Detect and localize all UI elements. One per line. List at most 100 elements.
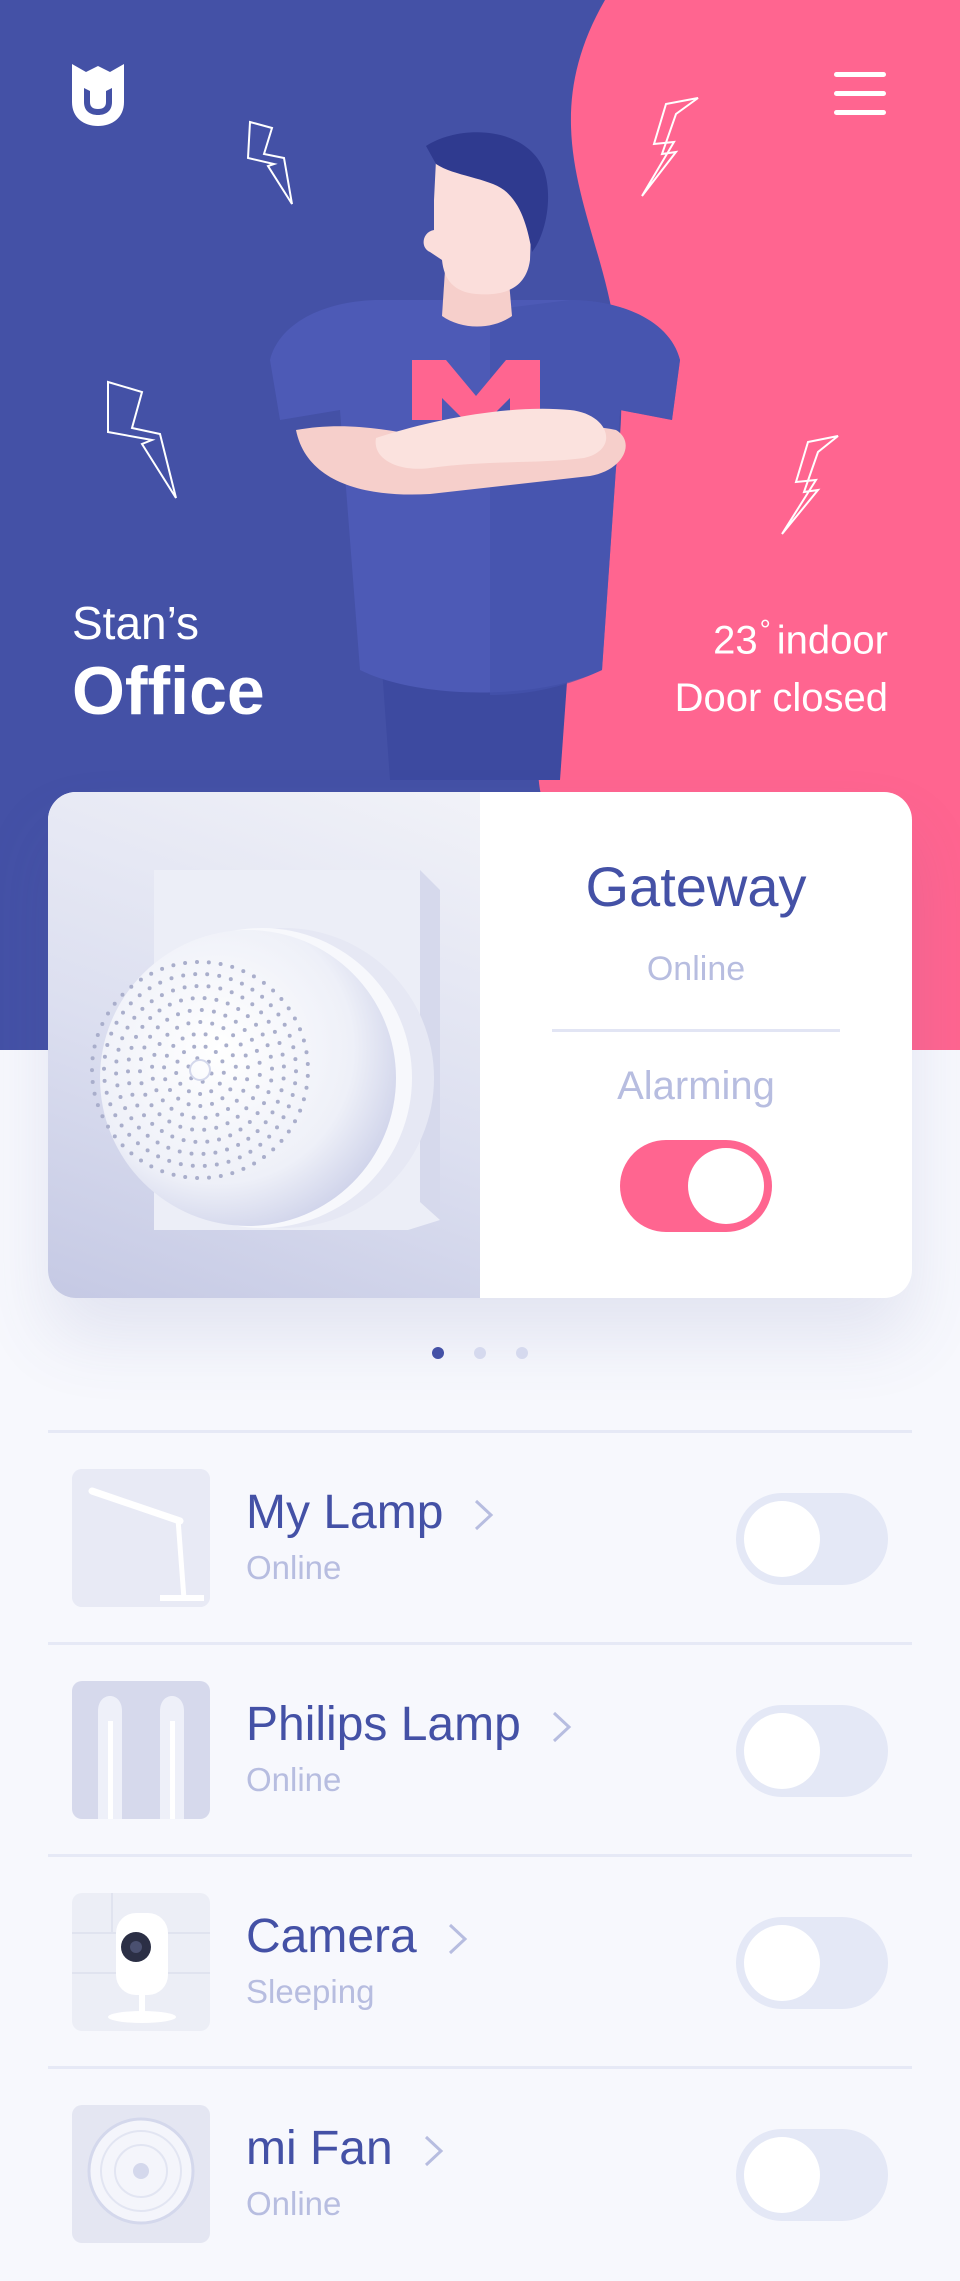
alarm-label: Alarming (617, 1064, 775, 1108)
list-item[interactable]: Philips Lamp Online (48, 1642, 912, 1857)
alarm-toggle[interactable] (620, 1140, 772, 1232)
speaker-grille-dot (171, 963, 176, 968)
list-item[interactable]: My Lamp Online (48, 1430, 912, 1645)
speaker-grille-dot (179, 998, 183, 1003)
speaker-grille-dot (169, 976, 174, 981)
page-dot[interactable] (432, 1347, 444, 1359)
speaker-grille-dot (240, 995, 245, 1000)
speaker-grille-dot (182, 1050, 186, 1055)
speaker-grille-dot (214, 997, 219, 1002)
speaker-grille-dot (286, 1006, 291, 1011)
speaker-grille-dot (126, 1069, 130, 1074)
chevron-right-icon[interactable] (551, 1710, 573, 1744)
speaker-grille-dot (157, 1008, 162, 1013)
speaker-grille-dot (129, 1045, 134, 1050)
speaker-grille-dot (282, 1022, 287, 1027)
speaker-grille-dot (165, 1032, 170, 1037)
speaker-grille-dot (152, 1052, 157, 1057)
speaker-grille-dot (215, 1112, 220, 1117)
speaker-grille-dot (270, 1066, 274, 1071)
device-status: Online (246, 1549, 342, 1586)
speaker-grille-dot (149, 999, 154, 1004)
speaker-grille-dot (120, 1036, 125, 1041)
speaker-grille-dot (294, 1069, 298, 1074)
speaker-grille-dot (163, 1077, 168, 1082)
speaker-grille-dot (260, 1032, 265, 1037)
speaker-grille-dot (206, 984, 211, 989)
speaker-grille-dot (206, 960, 211, 965)
speaker-grille-dot (109, 1031, 114, 1036)
speaker-grille-dot (217, 973, 222, 978)
speaker-grille-dot (90, 1080, 95, 1084)
speaker-grille-dot (155, 1140, 160, 1145)
device-status: Online (246, 2185, 342, 2222)
list-item[interactable]: Camera Sleeping (48, 1854, 912, 2069)
speaker-grille-dot (140, 1006, 145, 1011)
speaker-grille-dot (145, 1148, 150, 1153)
temperature-value: 23 (713, 618, 758, 663)
speaker-grille-dot (269, 1078, 274, 1083)
speaker-grille-dot (218, 986, 223, 991)
toggle-knob (744, 1925, 820, 2001)
speaker-grille-dot (90, 1056, 95, 1061)
speaker-grille-dot (156, 1154, 161, 1159)
gateway-device-illustration (90, 870, 440, 1230)
toggle-knob (688, 1148, 764, 1224)
speaker-grille-dot (125, 1025, 130, 1030)
speaker-grille-dot (224, 1043, 229, 1048)
speaker-grille-dot (238, 1042, 243, 1047)
speaker-grille-dot (198, 1104, 203, 1108)
speaker-grille-dot (252, 1161, 257, 1166)
speaker-grille-dot (211, 1009, 216, 1014)
divider (552, 1029, 840, 1032)
speaker-grille-dot (178, 1124, 183, 1129)
list-item[interactable]: mi Fan Online (48, 2066, 912, 2281)
speaker-grille-dot (292, 1016, 297, 1021)
speaker-grille-dot (121, 1010, 125, 1015)
desk-lamp-icon (72, 1469, 210, 1607)
speaker-grille-dot (154, 1088, 159, 1093)
speaker-grille-dot (277, 1041, 282, 1045)
page-dot[interactable] (516, 1347, 528, 1359)
speaker-grille-dot (191, 1115, 196, 1120)
device-toggle[interactable] (736, 2129, 888, 2221)
speaker-grille-dot (112, 1001, 117, 1006)
chevron-right-icon[interactable] (447, 1922, 469, 1956)
speaker-grille-dot (95, 1033, 100, 1037)
speaker-grille-dot (290, 1093, 295, 1097)
speaker-grille-dot (225, 1121, 230, 1126)
speaker-grille-dot (241, 1166, 246, 1171)
speaker-grille-dot (160, 966, 165, 971)
speaker-grille-dot (189, 1151, 194, 1156)
speaker-grille-dot (140, 1024, 145, 1029)
speaker-grille-dot (218, 962, 223, 966)
light-tubes-icon (72, 1681, 210, 1819)
speaker-grille-dot (171, 1043, 176, 1048)
speaker-grille-dot (126, 1057, 131, 1062)
speaker-grille-dot (150, 1064, 155, 1069)
speaker-grille-dot (186, 1021, 191, 1026)
speaker-grille-dot (271, 1147, 276, 1152)
menu-button[interactable] (832, 66, 888, 122)
speaker-grille-dot (275, 1125, 279, 1130)
device-toggle[interactable] (736, 1917, 888, 2009)
speaker-grille-dot (261, 980, 266, 985)
device-toggle[interactable] (736, 1705, 888, 1797)
device-toggle[interactable] (736, 1493, 888, 1585)
speaker-grille-dot (210, 1101, 214, 1106)
speaker-grille-dot (304, 1050, 309, 1055)
gateway-card[interactable]: Gateway Online Alarming (48, 792, 912, 1298)
device-status: Online (246, 1761, 342, 1798)
page-dot[interactable] (474, 1347, 486, 1359)
speaker-grille-dot (181, 1138, 186, 1143)
chevron-right-icon[interactable] (423, 2134, 445, 2168)
speaker-grille-dot (236, 1142, 241, 1147)
speaker-grille-dot (139, 1081, 144, 1086)
device-name-label: Philips Lamp (246, 1698, 521, 1751)
speaker-grille-dot (247, 1120, 252, 1124)
speaker-grille-dot (267, 1134, 272, 1139)
chevron-right-icon[interactable] (473, 1498, 495, 1532)
speaker-grille-dot (275, 1099, 280, 1104)
speaker-grille-dot (241, 1088, 246, 1093)
location-subtitle: Stan’s (72, 597, 200, 649)
